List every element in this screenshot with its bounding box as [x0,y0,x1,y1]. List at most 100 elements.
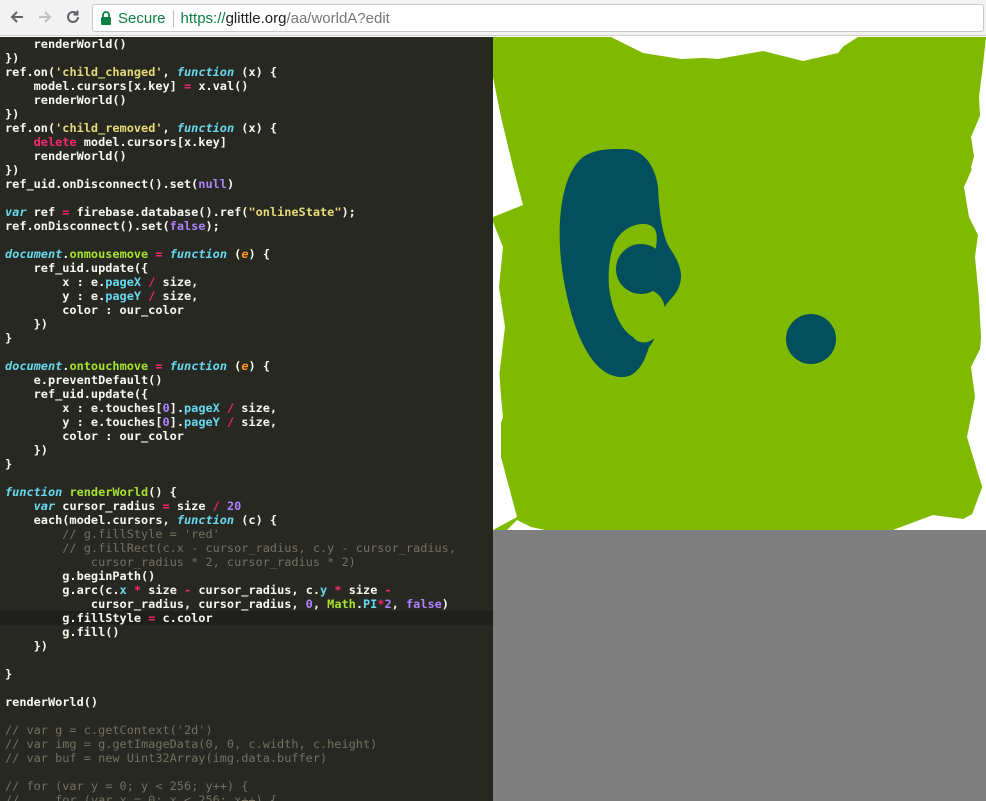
gray-area [493,530,986,801]
code-token: // g.fillRect(c.x - cursor_radius, c.y -… [5,541,457,555]
code-token: color : our_color [5,303,184,317]
reload-button[interactable] [62,6,84,28]
code-token: var [5,205,27,219]
code-line: } [5,331,456,345]
code-token: onmousemove [69,247,149,261]
code-token: model.cursors[x.key] [76,135,227,149]
code-token: size, [234,415,278,429]
code-token: var [33,499,56,513]
secure-label: Secure [118,9,166,27]
code-line: g.fill() [5,625,456,639]
code-line: model.cursors[x.key] = x.val() [5,79,456,93]
code-line: ref_uid.update({ [5,387,456,401]
code-token: renderWorld() [5,149,127,163]
code-line: each(model.cursors, function (c) { [5,513,456,527]
code-line: g.fillStyle = c.color [5,611,456,625]
code-token: delete [33,135,77,149]
code-editor[interactable]: renderWorld()}) ref.on('child_changed', f… [0,37,493,801]
teal-circle-right [786,314,836,364]
code-line: color : our_color [5,303,456,317]
code-line: renderWorld() [5,149,456,163]
code-token: 'child_removed' [55,121,163,135]
code-token: () { [148,485,177,499]
code-token: ( [227,359,242,373]
code-line: }) [5,163,456,177]
code-token: ) { [248,359,270,373]
code-line: cursor_radius * 2, cursor_radius * 2) [5,555,456,569]
code-token: }) [5,163,20,177]
code-token: , [391,597,406,611]
code-token: g.arc(c. [5,583,120,597]
code-token: } [5,331,13,345]
code-token: x : e. [5,275,106,289]
forward-button[interactable] [34,6,56,28]
arrow-right-icon [39,11,52,23]
reload-icon [67,10,79,23]
teal-circle-left [616,244,666,294]
code-token: x.val() [191,79,249,93]
world-canvas[interactable] [493,37,986,530]
code-token: PI [362,597,378,611]
code-token: ontouchmove [69,359,149,373]
code-token: ref [26,205,63,219]
code-token: pageX [184,401,220,415]
code-token: , [162,65,177,79]
arrow-left-icon [10,11,23,23]
code-token: , [312,597,328,611]
url-host: glittle.org [225,9,287,27]
url-path: /aa/worldA?edit [286,9,390,27]
world-preview[interactable] [493,37,986,801]
code-token: e.preventDefault() [5,373,163,387]
code-line: ref.onDisconnect().set(false); [5,219,456,233]
code-token: false [405,597,442,611]
code-token: function [176,121,235,135]
code-token: renderWorld() [5,37,127,51]
code-token: ref.onDisconnect().set( [5,219,170,233]
code-line: document.ontouchmove = function (e) { [5,359,456,373]
code-token: g.fillStyle [5,611,149,625]
code-token: function [176,513,235,527]
code-token: 'child_changed' [55,65,163,79]
code-token: model.cursors[x.key] [5,79,184,93]
code-line: // var img = g.getImageData(0, 0, c.widt… [5,737,456,751]
code-line: g.arc(c.x * size - cursor_radius, c.y * … [5,583,456,597]
code-token: }) [5,443,48,457]
code-token: function [176,65,235,79]
code-line: // for (var x = 0; x < 256; x++) { [5,793,456,801]
code-token: }) [5,639,48,653]
code-line: } [5,457,456,471]
code-token: firebase.database().ref( [69,205,249,219]
code-token: size, [155,275,199,289]
code-token: "onlineState" [248,205,342,219]
code-line: delete model.cursors[x.key] [5,135,456,149]
code-token: x : e.touches[ [5,401,163,415]
code-token: y : e. [5,289,106,303]
code-line: function renderWorld() { [5,485,456,499]
address-bar[interactable]: Secure https://glittle.org/aa/worldA?edi… [92,4,984,32]
code-token: pageX [105,275,142,289]
code-token: size [341,583,385,597]
code-token: // for (var y = 0; y < 256; y++) { [5,779,249,793]
code-token: ) [441,597,449,611]
code-token: renderWorld() [5,93,127,107]
code-token: = [155,247,163,261]
code-token: ref.on( [5,65,56,79]
code-line: // var buf = new Uint32Array(img.data.bu… [5,751,456,765]
code-token: function [169,359,227,373]
code-token: document [5,359,63,373]
code-line: ref.on('child_removed', function (x) { [5,121,456,135]
back-button[interactable] [6,6,28,28]
code-token: * [133,583,142,597]
code-token: ) [226,177,235,191]
code-token: 0 [305,597,313,611]
lock-icon [100,11,112,25]
code-line: document.onmousemove = function (e) { [5,247,456,261]
code-line: renderWorld() [5,695,456,709]
